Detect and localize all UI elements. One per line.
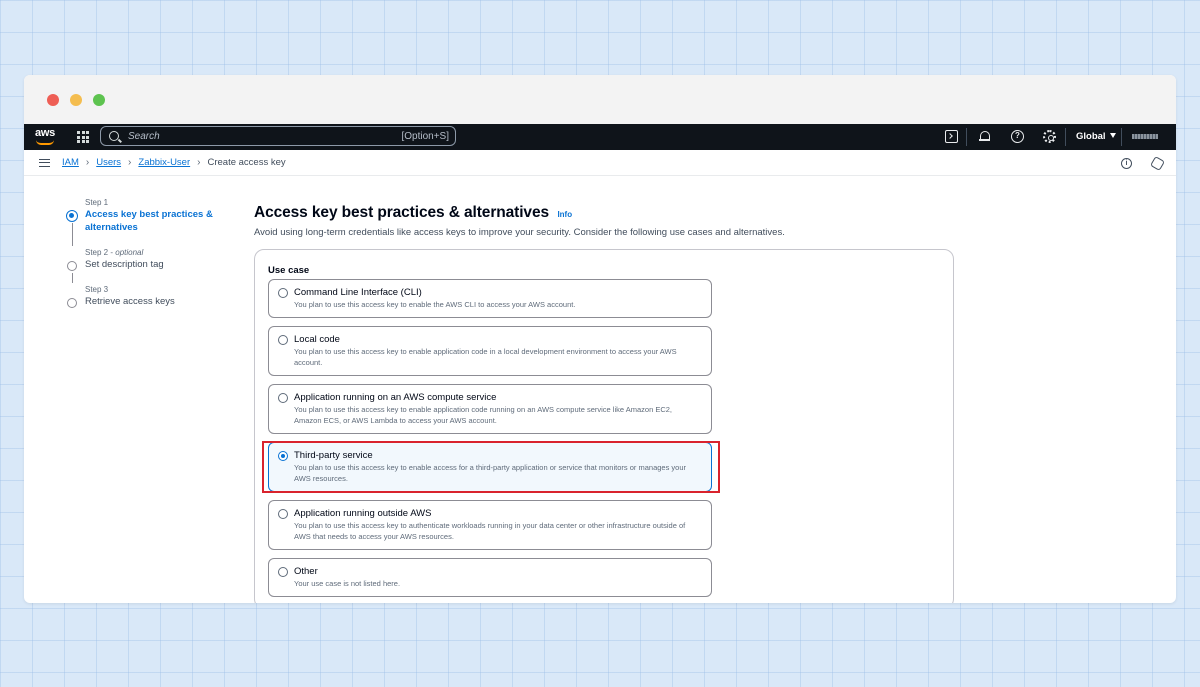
step-title: Retrieve access keys: [85, 296, 175, 307]
nav-divider: [1121, 128, 1122, 146]
notifications-bell-icon[interactable]: [978, 130, 991, 143]
search-icon: [109, 131, 119, 141]
use-case-option-aws-compute[interactable]: Application running on an AWS compute se…: [268, 384, 712, 434]
region-label: Global: [1076, 131, 1106, 142]
caret-down-icon: [1109, 133, 1116, 138]
chevron-right-icon: ›: [128, 157, 132, 168]
step-inactive-icon: [67, 298, 77, 308]
wizard-steps: Step 1 Access key best practices & alter…: [64, 198, 214, 308]
option-title: Local code: [294, 334, 340, 345]
use-case-option-local-code[interactable]: Local code You plan to use this access k…: [268, 326, 712, 376]
breadcrumb-bar: IAM › Users › Zabbix-User › Create acces…: [24, 150, 1176, 176]
nav-divider: [1065, 128, 1066, 146]
info-panel-icon[interactable]: i: [1121, 158, 1132, 169]
option-description: You plan to use this access key to enabl…: [294, 405, 673, 425]
cloudshell-icon[interactable]: [945, 130, 958, 143]
step-title: Access key best practices & alternatives: [85, 209, 213, 233]
feedback-hex-icon[interactable]: [1149, 155, 1166, 172]
option-title: Other: [294, 566, 318, 577]
page-title: Access key best practices & alternatives: [254, 204, 549, 221]
region-selector[interactable]: Global: [1076, 131, 1116, 142]
breadcrumb-current: Create access key: [207, 157, 286, 168]
radio-button[interactable]: [278, 393, 288, 403]
step-connector: [71, 273, 73, 283]
step-number-text: Step 2: [85, 248, 109, 257]
search-placeholder: Search: [128, 130, 160, 142]
step-number: Step 3: [85, 285, 109, 294]
highlight-box: [262, 441, 720, 493]
option-title: Application running outside AWS: [294, 508, 432, 519]
aws-logo-smile: [36, 140, 54, 145]
aws-logo[interactable]: aws: [34, 127, 58, 147]
hamburger-menu-icon[interactable]: [39, 159, 50, 167]
page-header: Access key best practices & alternatives…: [254, 204, 785, 238]
chevron-right-icon: ›: [197, 157, 201, 168]
settings-gear-icon[interactable]: [1043, 130, 1056, 143]
radio-button[interactable]: [278, 509, 288, 519]
wizard-step-3[interactable]: Step 3 Retrieve access keys: [64, 285, 214, 308]
window-titlebar: [24, 75, 1176, 124]
use-case-option-outside-aws[interactable]: Application running outside AWS You plan…: [268, 500, 712, 550]
option-description: You plan to use this access key to authe…: [294, 521, 686, 541]
maximize-window-button[interactable]: [93, 94, 105, 106]
close-window-button[interactable]: [47, 94, 59, 106]
search-shortcut-hint: [Option+S]: [401, 130, 449, 142]
use-case-option-cli[interactable]: Command Line Interface (CLI) You plan to…: [268, 279, 712, 318]
use-case-container: Use case Command Line Interface (CLI) Yo…: [254, 249, 954, 603]
option-description: You plan to use this access key to enabl…: [294, 300, 576, 309]
info-link[interactable]: Info: [557, 210, 572, 219]
breadcrumb-iam[interactable]: IAM: [62, 157, 79, 168]
option-title: Application running on an AWS compute se…: [294, 392, 497, 403]
account-menu[interactable]: [1132, 134, 1158, 139]
minimize-window-button[interactable]: [70, 94, 82, 106]
use-case-option-other[interactable]: Other Your use case is not listed here.: [268, 558, 712, 597]
step-number: Step 2 - optional: [85, 248, 144, 257]
chevron-right-icon: ›: [85, 157, 90, 168]
option-description: You plan to use this access key to enabl…: [294, 347, 677, 367]
step-optional-label: optional: [115, 248, 144, 257]
aws-logo-text: aws: [35, 127, 55, 139]
wizard-step-2[interactable]: Step 2 - optional Set description tag: [64, 248, 214, 285]
step-connector: [71, 223, 73, 246]
breadcrumb-user[interactable]: Zabbix-User: [138, 157, 190, 168]
use-case-label: Use case: [268, 265, 310, 276]
step-title: Set description tag: [85, 259, 164, 270]
breadcrumb-users[interactable]: Users: [96, 157, 121, 168]
breadcrumb: IAM › Users › Zabbix-User › Create acces…: [62, 157, 286, 168]
search-input[interactable]: Search [Option+S]: [100, 126, 456, 146]
radio-button[interactable]: [278, 288, 288, 298]
services-grid-icon[interactable]: [77, 131, 89, 143]
step-number: Step 1: [85, 198, 109, 207]
aws-top-nav: aws Search [Option+S] ? Global: [24, 124, 1176, 150]
step-inactive-icon: [67, 261, 77, 271]
radio-button[interactable]: [278, 335, 288, 345]
browser-window: aws Search [Option+S] ? Global IAM › Use…: [24, 75, 1176, 603]
nav-divider: [966, 128, 967, 146]
option-title: Command Line Interface (CLI): [294, 287, 422, 298]
page-description: Avoid using long-term credentials like a…: [254, 227, 785, 238]
help-icon[interactable]: ?: [1011, 130, 1024, 143]
radio-button[interactable]: [278, 567, 288, 577]
wizard-step-1[interactable]: Step 1 Access key best practices & alter…: [64, 198, 214, 248]
step-active-icon: [66, 210, 78, 222]
option-description: Your use case is not listed here.: [294, 579, 401, 588]
